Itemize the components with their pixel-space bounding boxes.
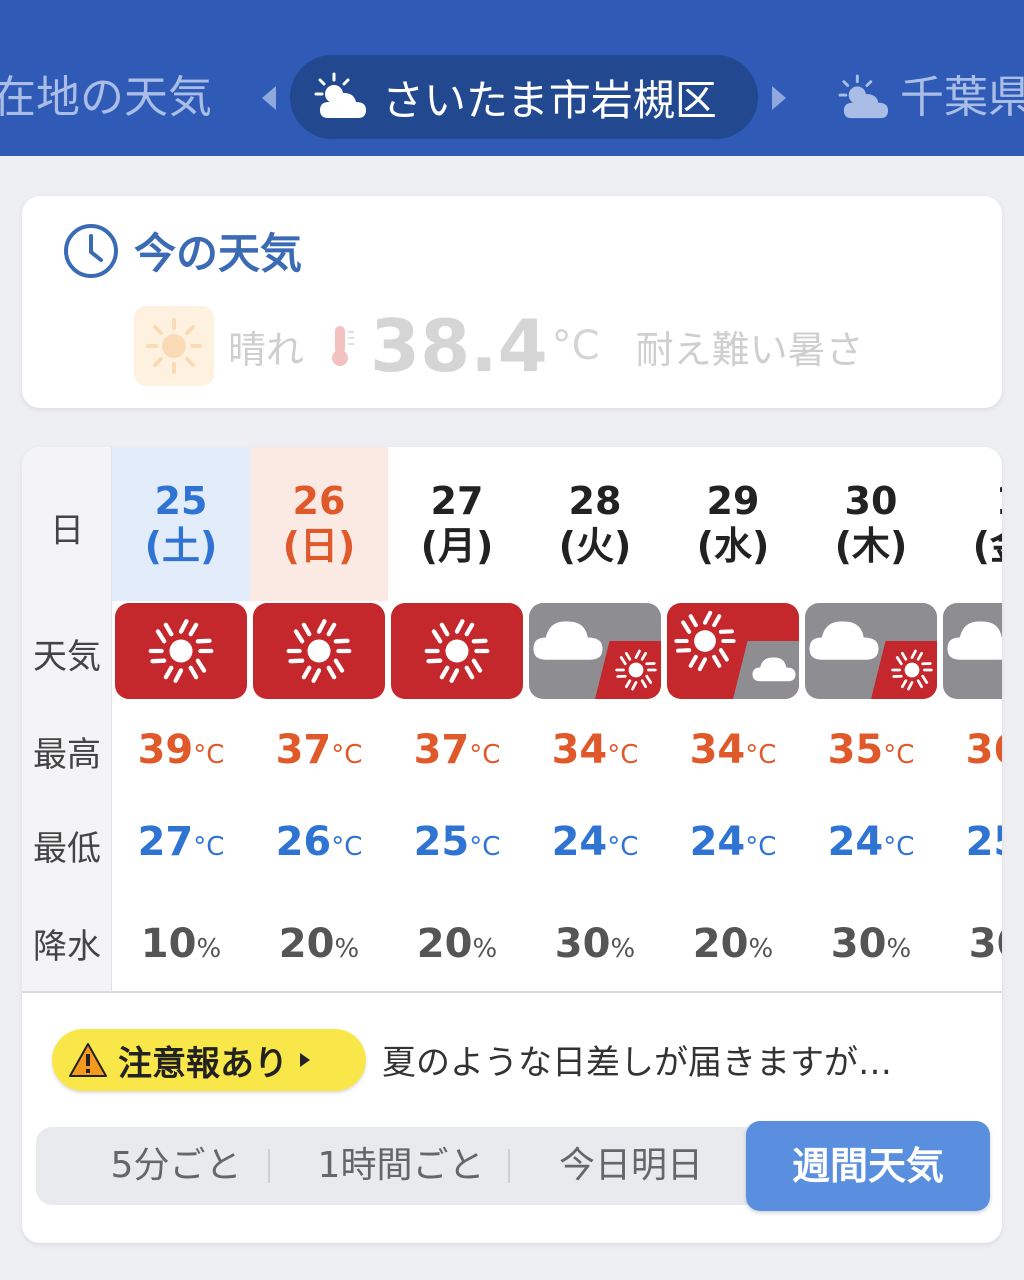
row-label-high: 最高 — [33, 735, 101, 775]
day-date: 29 — [706, 479, 760, 523]
day-date: 27 — [430, 479, 484, 523]
low-temperature: 25°C — [413, 819, 501, 865]
tab-today-tomorrow[interactable]: 今日明日 — [526, 1127, 736, 1205]
high-temperature: 35°C — [827, 727, 915, 773]
location-header: 在地の天気 さいたま市岩槻区 千葉県 — [0, 0, 1024, 156]
current-weather-title: 今の天気 — [62, 220, 302, 281]
low-temperature: 25°C — [965, 819, 1002, 865]
tab-five-minutes[interactable]: 5分ごと — [66, 1127, 286, 1205]
forecast-mode-tabs: 5分ごと 1時間ごと 今日明日 週間天気 — [36, 1121, 990, 1211]
row-label-low: 最低 — [33, 829, 101, 869]
day-header: 30 (木) — [802, 447, 940, 601]
precipitation-probability: 20% — [416, 921, 498, 967]
forecast-day-column[interactable]: 26 (日) 37°C 26°C 20% — [250, 447, 388, 991]
high-temperature: 39°C — [137, 727, 225, 773]
day-header: 28 (火) — [526, 447, 664, 601]
tab-separator — [508, 1149, 510, 1183]
day-weekday: (月) — [420, 524, 494, 568]
row-label-rain: 降水 — [33, 927, 101, 967]
forecast-day-column[interactable]: 27 (月) 37°C 25°C 20% — [388, 447, 526, 991]
day-date: 26 — [292, 479, 346, 523]
cloudy-then-sunny-icon — [943, 603, 1002, 699]
row-label-day: 日 — [50, 511, 84, 551]
divider — [22, 991, 1002, 993]
chevron-right-icon — [300, 1053, 310, 1067]
low-temperature: 27°C — [137, 819, 225, 865]
precipitation-probability: 30% — [554, 921, 636, 967]
advisory-label: 注意報あり — [118, 1043, 288, 1084]
day-header: 1(金) — [940, 447, 1002, 601]
day-header: 27 (月) — [388, 447, 526, 601]
day-date: 1 — [940, 481, 1002, 521]
row-label-weather: 天気 — [33, 637, 101, 677]
precipitation-probability: 10% — [140, 921, 222, 967]
sunny-icon — [134, 306, 214, 386]
precipitation-probability: 20% — [278, 921, 360, 967]
day-date: 28 — [568, 479, 622, 523]
high-temperature: 37°C — [275, 727, 363, 773]
high-temperature: 36°C — [965, 727, 1002, 773]
tab-separator — [268, 1149, 270, 1183]
high-temperature: 37°C — [413, 727, 501, 773]
forecast-day-column[interactable]: 25 (土) 39°C 27°C 10% — [112, 447, 250, 991]
precipitation-probability: 20% — [692, 921, 774, 967]
sunny-icon — [391, 603, 523, 699]
precipitation-probability: 30% — [968, 921, 1002, 967]
warning-icon — [69, 1043, 107, 1077]
day-weekday: (土) — [144, 524, 218, 568]
sunny-then-cloudy-icon — [667, 603, 799, 699]
sun-behind-cloud-icon — [314, 72, 366, 118]
sunny-icon — [253, 603, 385, 699]
cloudy-then-sunny-icon — [529, 603, 661, 699]
weekly-forecast-card: 日 天気 最高 最低 降水 25 (土) 39°C 27°C 10% 26 (日) 37°C 2… — [22, 447, 1002, 1243]
low-temperature: 24°C — [827, 819, 915, 865]
high-temperature: 34°C — [689, 727, 777, 773]
day-header: 25 (土) — [112, 447, 250, 601]
sunny-icon — [115, 603, 247, 699]
current-feeling: 耐え難い暑さ — [635, 327, 864, 372]
current-weather-card[interactable]: 今の天気 晴れ 38.4 °C 耐え難い暑さ — [22, 196, 1002, 408]
current-weather-row: 晴れ 38.4 °C 耐え難い暑さ — [134, 304, 864, 388]
tab-hourly[interactable]: 1時間ごと — [286, 1127, 516, 1205]
tab-weekly[interactable]: 週間天気 — [746, 1121, 990, 1211]
next-location-name: 千葉県 — [900, 72, 1024, 123]
current-location-pill[interactable]: さいたま市岩槻区 — [290, 55, 758, 139]
prev-location-arrow-icon[interactable] — [262, 86, 276, 110]
forecast-days[interactable]: 25 (土) 39°C 27°C 10% 26 (日) 37°C 26°C 20% 27 (月) 37°… — [112, 447, 1002, 991]
day-date: 30 — [844, 479, 898, 523]
day-weekday: (金) — [972, 524, 1002, 568]
current-temperature-unit: °C — [551, 323, 600, 369]
day-weekday: (木) — [834, 524, 908, 568]
current-condition: 晴れ — [228, 327, 305, 372]
row-label-column: 日 天気 最高 最低 降水 — [22, 447, 112, 991]
current-weather-title-text: 今の天気 — [134, 229, 303, 278]
day-header: 26 (日) — [250, 447, 388, 601]
low-temperature: 26°C — [275, 819, 363, 865]
clock-icon — [64, 223, 118, 278]
forecast-day-column[interactable]: 1(金) 36°C 25°C 30% — [940, 447, 1002, 991]
next-location-arrow-icon[interactable] — [772, 86, 786, 110]
cloudy-then-sunny-icon — [805, 603, 937, 699]
forecast-day-column[interactable]: 30 (木) 35°C 24°C 30% — [802, 447, 940, 991]
current-location-name: さいたま市岩槻区 — [382, 75, 717, 125]
day-date: 25 — [154, 479, 208, 523]
next-location-tab[interactable]: 千葉県 — [838, 70, 1024, 126]
forecast-day-column[interactable]: 29 (水) 34°C 24°C 20% — [664, 447, 802, 991]
current-temperature: 38.4 — [370, 304, 548, 388]
prev-location-tab[interactable]: 在地の天気 — [0, 70, 212, 126]
low-temperature: 24°C — [689, 819, 777, 865]
thermometer-icon — [332, 326, 355, 366]
day-weekday: (火) — [558, 524, 632, 568]
day-weekday: (水) — [696, 524, 770, 568]
day-header: 29 (水) — [664, 447, 802, 601]
precipitation-probability: 30% — [830, 921, 912, 967]
advisory-badge[interactable]: 注意報あり — [52, 1029, 366, 1091]
advisory-message[interactable]: 夏のような日差しが届きますが… — [382, 1035, 892, 1084]
high-temperature: 34°C — [551, 727, 639, 773]
day-weekday: (日) — [282, 524, 356, 568]
low-temperature: 24°C — [551, 819, 639, 865]
sun-behind-cloud-icon — [838, 74, 889, 119]
forecast-day-column[interactable]: 28 (火) 34°C 24°C 30% — [526, 447, 664, 991]
